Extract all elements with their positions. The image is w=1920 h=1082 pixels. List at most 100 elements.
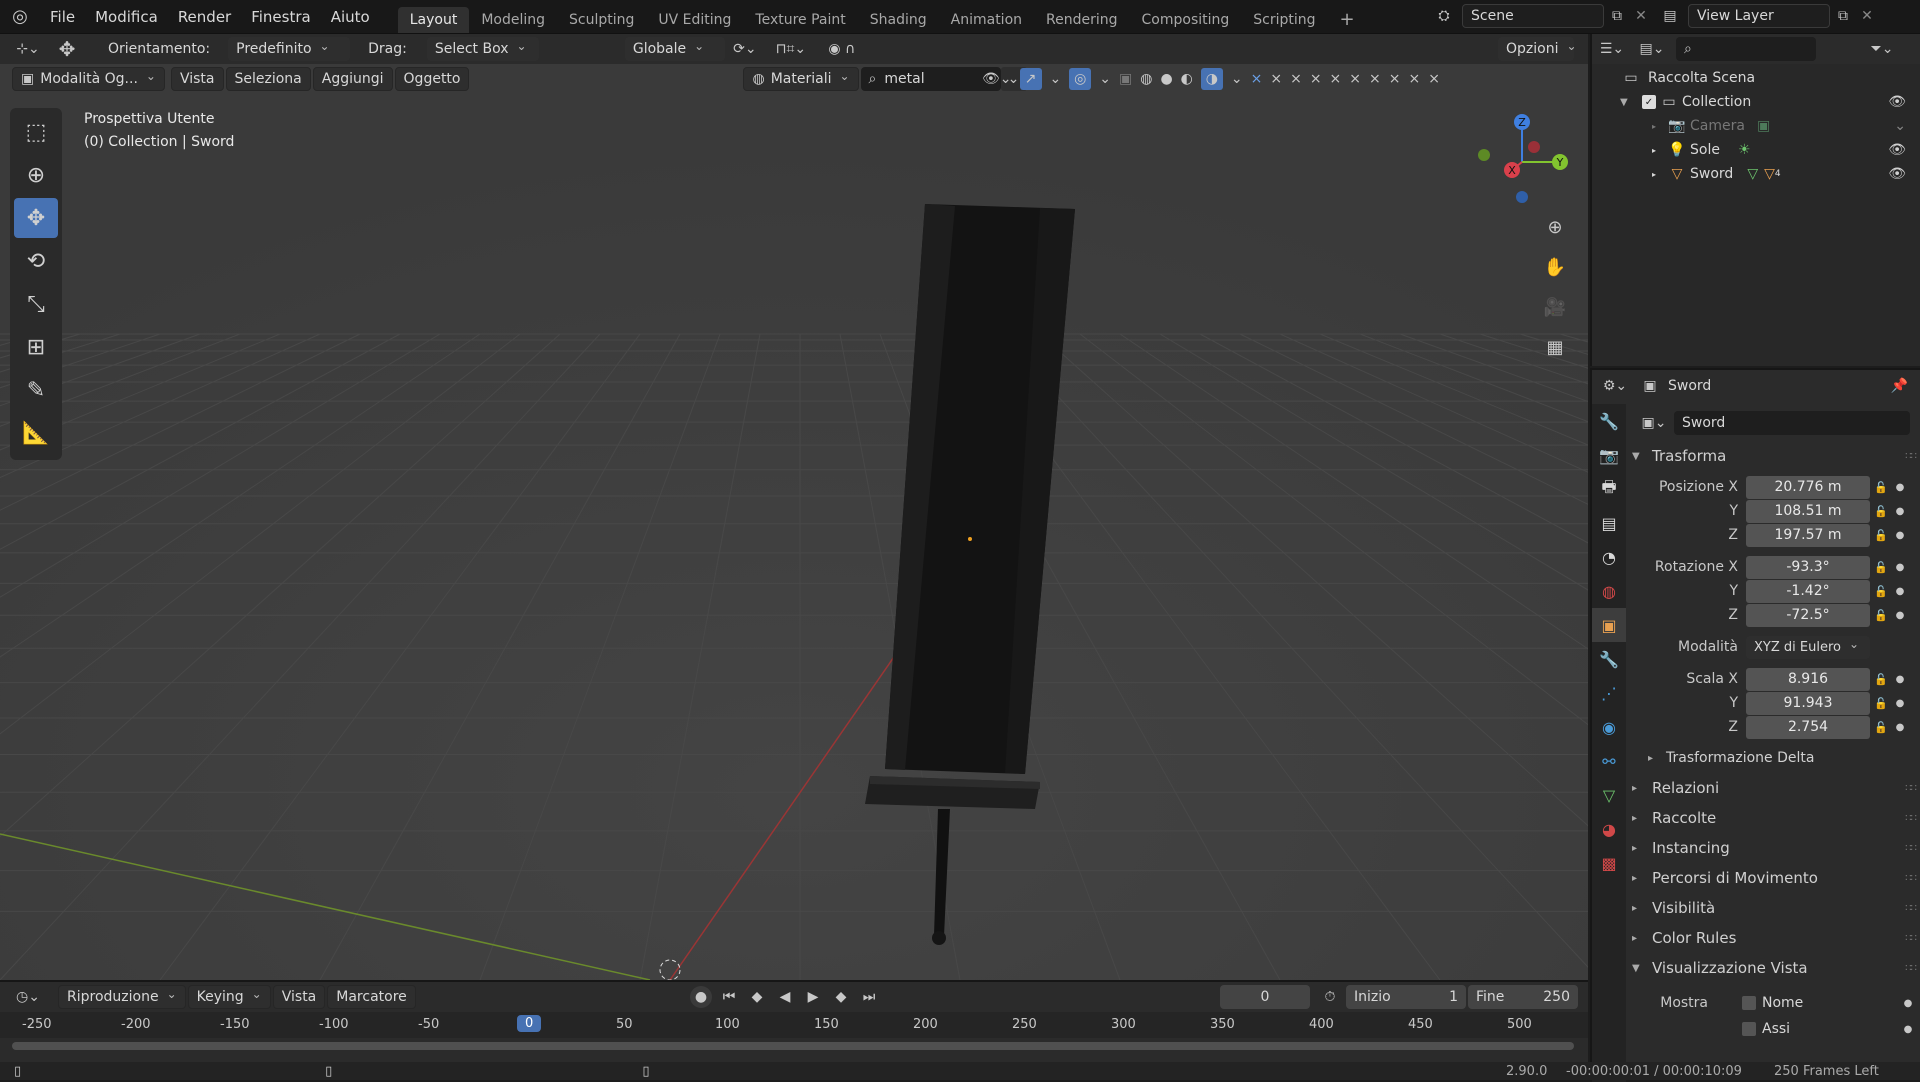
- rotate-tool[interactable]: ⟲: [14, 241, 58, 281]
- gizmo-toggle-icon[interactable]: ↗: [1019, 68, 1042, 90]
- constraints-tab-icon[interactable]: ⚯: [1592, 744, 1626, 778]
- lock-icon[interactable]: 🔓: [1870, 585, 1892, 598]
- solid-shading-icon[interactable]: ●: [1160, 71, 1172, 87]
- keyframe-dot-icon[interactable]: ●: [1892, 506, 1908, 517]
- tab-sculpting[interactable]: Sculpting: [557, 7, 646, 33]
- visibility-section[interactable]: ▸ Visibilità ∷∷: [1632, 894, 1920, 922]
- camera-view-icon[interactable]: 🎥: [1540, 292, 1570, 322]
- object-tab-icon[interactable]: ▣: [1592, 608, 1626, 642]
- xray-icon[interactable]: ▣: [1119, 71, 1132, 87]
- drag-handle-icon[interactable]: ∷∷: [1905, 873, 1917, 884]
- object-name-field[interactable]: Sword: [1674, 411, 1910, 435]
- drag-handle-icon[interactable]: ∷∷: [1905, 451, 1917, 462]
- lock-icon[interactable]: 🔓: [1870, 481, 1892, 494]
- scale-x-field[interactable]: 8.916: [1746, 667, 1870, 691]
- 3d-viewport[interactable]: [0, 34, 1588, 980]
- menu-render[interactable]: Render: [168, 0, 241, 34]
- select-box-tool[interactable]: ⬚: [14, 112, 58, 152]
- filter-icon-5[interactable]: ⨯: [1330, 71, 1342, 87]
- rendered-shading-icon[interactable]: ◑: [1200, 68, 1223, 90]
- new-view-layer-icon[interactable]: ⧉: [1830, 8, 1856, 24]
- outliner-editor-type-icon[interactable]: ☰⌄: [1592, 41, 1632, 57]
- view-layer-tab-icon[interactable]: ▤: [1592, 506, 1626, 540]
- outliner-scene-collection[interactable]: ▭ Raccolta Scena: [1620, 66, 1755, 90]
- lock-icon[interactable]: 🔓: [1870, 529, 1892, 542]
- editor-type-icon[interactable]: ⊹⌄: [6, 41, 50, 57]
- filter-icon-9[interactable]: ⨯: [1408, 71, 1420, 87]
- rotation-x-field[interactable]: -93.3°: [1746, 555, 1870, 579]
- new-scene-icon[interactable]: ⧉: [1604, 8, 1630, 24]
- keyframe-dot-icon[interactable]: ●: [1900, 1024, 1916, 1035]
- mode-dropdown[interactable]: ▣ Modalità Og...: [12, 67, 165, 91]
- next-keyframe-icon[interactable]: ◆: [830, 986, 852, 1008]
- drag-handle-icon[interactable]: ∷∷: [1905, 963, 1917, 974]
- menu-help[interactable]: Aiuto: [321, 0, 380, 34]
- filter-icon-7[interactable]: ⨯: [1369, 71, 1381, 87]
- wireframe-shading-icon[interactable]: ◍: [1140, 71, 1152, 87]
- visibility-icon[interactable]: 👁⌄: [982, 71, 1012, 87]
- show-name-checkbox[interactable]: [1742, 996, 1756, 1010]
- keyframe-dot-icon[interactable]: ●: [1892, 586, 1908, 597]
- filter-icon-4[interactable]: ⨯: [1310, 71, 1322, 87]
- menu-select[interactable]: Seleziona: [225, 67, 311, 91]
- filter-icon-2[interactable]: ⨯: [1270, 71, 1282, 87]
- transform-tool[interactable]: ⊞: [14, 327, 58, 367]
- output-tab-icon[interactable]: 🖶: [1592, 472, 1626, 506]
- lock-icon[interactable]: 🔓: [1870, 721, 1892, 734]
- instancing-section[interactable]: ▸ Instancing ∷∷: [1632, 834, 1920, 862]
- scene-field[interactable]: Scene: [1462, 4, 1604, 28]
- measure-tool[interactable]: 📐: [14, 413, 58, 453]
- eye-icon[interactable]: 👁: [1888, 94, 1906, 110]
- keyframe-dot-icon[interactable]: ●: [1892, 674, 1908, 685]
- add-workspace-button[interactable]: +: [1328, 7, 1367, 33]
- end-frame-field[interactable]: Fine 250: [1468, 985, 1578, 1009]
- prev-keyframe-icon[interactable]: ◆: [746, 986, 768, 1008]
- transform-space-dropdown[interactable]: Globale: [624, 37, 725, 61]
- scene-icon[interactable]: ⛭: [1426, 8, 1462, 24]
- jump-end-icon[interactable]: ⏭: [858, 986, 880, 1008]
- record-icon[interactable]: ●: [690, 986, 712, 1008]
- transform-section-header[interactable]: ▼ Trasforma ∷∷: [1632, 442, 1920, 470]
- show-axes-checkbox[interactable]: [1742, 1022, 1756, 1036]
- play-reverse-icon[interactable]: ◀: [774, 986, 796, 1008]
- jump-start-icon[interactable]: ⏮: [718, 986, 740, 1008]
- keyframe-dot-icon[interactable]: ●: [1892, 698, 1908, 709]
- render-tab-icon[interactable]: 📷: [1592, 438, 1626, 472]
- keyframe-dot-icon[interactable]: ●: [1900, 998, 1916, 1009]
- scale-z-field[interactable]: 2.754: [1746, 715, 1870, 739]
- texture-tab-icon[interactable]: ▩: [1592, 846, 1626, 880]
- play-icon[interactable]: ▶: [802, 986, 824, 1008]
- scene-tab-icon[interactable]: ◔: [1592, 540, 1626, 574]
- outliner-filter-icon[interactable]: ⏷⌄: [1862, 41, 1902, 57]
- drag-handle-icon[interactable]: ∷∷: [1905, 843, 1917, 854]
- position-z-field[interactable]: 197.57 m: [1746, 523, 1870, 547]
- viewport-display-section[interactable]: ▼ Visualizzazione Vista ∷∷: [1632, 954, 1920, 982]
- outliner-search-input[interactable]: ⌕: [1676, 37, 1816, 61]
- material-mode-dropdown[interactable]: ◍ Materiali: [743, 67, 859, 91]
- tab-scripting[interactable]: Scripting: [1241, 7, 1327, 33]
- drag-handle-icon[interactable]: ∷∷: [1905, 903, 1917, 914]
- material-search-input[interactable]: ⌕ metal: [860, 67, 1001, 91]
- keyframe-dot-icon[interactable]: ●: [1892, 722, 1908, 733]
- position-x-field[interactable]: 20.776 m: [1746, 475, 1870, 499]
- navigation-gizmo[interactable]: Z Y X: [1472, 112, 1572, 212]
- particles-tab-icon[interactable]: ⋰: [1592, 676, 1626, 710]
- timeline-ruler[interactable]: -250 -200 -150 -100 -50 0 50 100 150 200 250 300 350…: [0, 1012, 1588, 1038]
- lock-icon[interactable]: 🔓: [1870, 697, 1892, 710]
- drag-handle-icon[interactable]: ∷∷: [1905, 933, 1917, 944]
- keyframe-dot-icon[interactable]: ●: [1892, 530, 1908, 541]
- current-frame-field[interactable]: 0: [1220, 985, 1310, 1009]
- tab-compositing[interactable]: Compositing: [1130, 7, 1242, 33]
- relations-section[interactable]: ▸ Relazioni ∷∷: [1632, 774, 1920, 802]
- world-tab-icon[interactable]: ◍: [1592, 574, 1626, 608]
- drag-handle-icon[interactable]: ∷∷: [1905, 813, 1917, 824]
- rotation-y-field[interactable]: -1.42°: [1746, 579, 1870, 603]
- menu-file[interactable]: File: [40, 0, 85, 34]
- menu-playback[interactable]: Riproduzione: [58, 985, 186, 1009]
- view-layer-field[interactable]: View Layer: [1688, 4, 1830, 28]
- menu-marker[interactable]: Marcatore: [327, 985, 416, 1009]
- drag-dropdown[interactable]: Select Box: [426, 37, 539, 61]
- pan-hand-icon[interactable]: ✋: [1540, 252, 1570, 282]
- shading-dropdown-icon[interactable]: ⌄: [1231, 71, 1243, 87]
- filter-icon-8[interactable]: ⨯: [1389, 71, 1401, 87]
